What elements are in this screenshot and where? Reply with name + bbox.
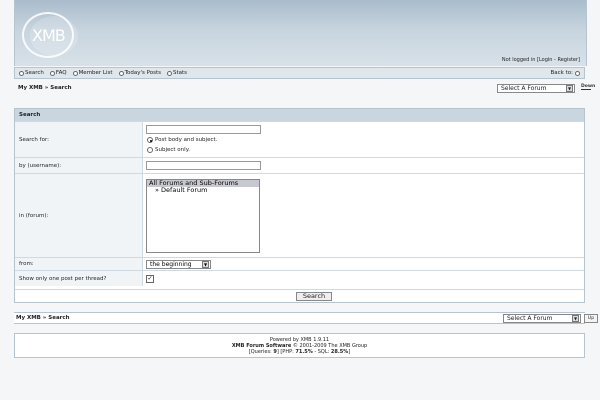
forum-jump-value: Select A Forum [507, 315, 553, 322]
one-post-checkbox[interactable]: ✓ [146, 275, 154, 283]
form-title: Search [15, 109, 584, 121]
nav-faq-label: FAQ [55, 70, 67, 76]
search-for-input[interactable] [146, 125, 261, 134]
footer: Powered by XMB 1.9.11 XMB Forum Software… [14, 333, 585, 358]
search-form: Search Search for: Post body and subject… [14, 108, 585, 303]
forum-row: in (forum): All Forums and Sub-Forums » … [15, 173, 584, 257]
down-label: Down [581, 84, 596, 90]
from-value: the beginning [150, 261, 192, 268]
sql-value: 28.5% [330, 349, 349, 355]
php-value: 71.5% [295, 349, 313, 355]
bullet-icon [166, 70, 172, 76]
page-header: XMB Not logged in [Login - Register] [14, 0, 587, 66]
back-to[interactable]: Back to: [551, 70, 580, 76]
forum-jump-value: Select A Forum [501, 85, 547, 92]
register-link[interactable]: Register [557, 57, 578, 63]
radio-subject-only[interactable]: Subject only. [147, 147, 190, 153]
nav-member-list-label: Member List [78, 70, 113, 76]
back-to-label: Back to: [550, 70, 573, 76]
forum-jump-select[interactable]: Select A Forum ▼ [497, 84, 575, 93]
breadcrumb-top: My XMB » Search Select A Forum ▼ Down [14, 83, 595, 95]
search-for-label: Search for: [15, 122, 143, 157]
login-link[interactable]: Login [539, 57, 553, 63]
chevron-down-icon: ▼ [202, 261, 209, 268]
radio-body-and-subject[interactable]: Post body and subject. [147, 137, 217, 143]
search-button[interactable]: Search [296, 292, 332, 301]
username-row: by (username): [15, 157, 584, 173]
logo-text: XMB [32, 26, 66, 45]
nav-bar: Search FAQ Member List Today's Posts Sta… [14, 67, 585, 79]
chevron-down-icon: ▼ [572, 315, 579, 322]
search-for-row: Search for: Post body and subject. Subje… [15, 121, 584, 157]
from-label: from: [15, 258, 143, 270]
radio-unchecked-icon[interactable] [147, 147, 153, 153]
nav-search-label: Search [25, 70, 44, 76]
login-status: Not logged in [Login - Register] [502, 57, 580, 63]
radio-subject-label: Subject only. [155, 147, 190, 153]
php-label: ] [PHP: [276, 349, 296, 355]
forum-option-default[interactable]: » Default Forum [147, 187, 259, 194]
button-row: Search [15, 289, 584, 302]
nav-todays-posts-label: Today's Posts [124, 70, 161, 76]
xmb-logo[interactable]: XMB [20, 12, 78, 58]
from-select[interactable]: the beginning ▼ [146, 260, 211, 269]
bullet-icon [72, 70, 78, 76]
nav-stats-label: Stats [172, 70, 188, 76]
down-link[interactable]: Down [581, 84, 596, 90]
stats-line: [Queries: 9] [PHP: 71.5% - SQL: 28.5%] [15, 349, 584, 355]
login-suffix: ] [578, 57, 580, 63]
login-prefix: Not logged in [ [501, 57, 539, 63]
stats-end: ] [348, 349, 351, 355]
nav-todays-posts[interactable]: Today's Posts [118, 70, 161, 76]
nav-member-list[interactable]: Member List [72, 70, 113, 76]
one-post-label: Show only one post per thread? [15, 271, 143, 286]
radio-body-label: Post body and subject. [155, 137, 218, 143]
chevron-down-icon: ▼ [566, 85, 573, 92]
forum-jump-select-bottom[interactable]: Select A Forum ▼ [503, 314, 581, 323]
nav-stats[interactable]: Stats [166, 70, 188, 76]
queries-label: [Queries: [248, 349, 274, 355]
nav-search[interactable]: Search [19, 70, 44, 76]
bullet-icon [49, 70, 55, 76]
radio-checked-icon[interactable] [147, 137, 153, 143]
breadcrumb[interactable]: My XMB » Search [16, 315, 70, 321]
username-label: by (username): [15, 158, 143, 173]
one-post-row: Show only one post per thread? ✓ [15, 270, 584, 286]
sql-label: - SQL: [312, 349, 331, 355]
up-button[interactable]: Up [584, 314, 598, 323]
username-input[interactable] [146, 161, 261, 170]
from-row: from: the beginning ▼ [15, 257, 584, 270]
bullet-icon [118, 70, 124, 76]
breadcrumb[interactable]: My XMB » Search [18, 85, 72, 91]
bullet-icon [19, 70, 24, 76]
forum-listbox[interactable]: All Forums and Sub-Forums » Default Foru… [146, 179, 260, 253]
nav-faq[interactable]: FAQ [49, 70, 67, 76]
back-to-icon[interactable] [575, 70, 580, 76]
breadcrumb-bottom: My XMB » Search Select A Forum ▼ Up [14, 312, 598, 324]
forum-label: in (forum): [15, 174, 143, 257]
